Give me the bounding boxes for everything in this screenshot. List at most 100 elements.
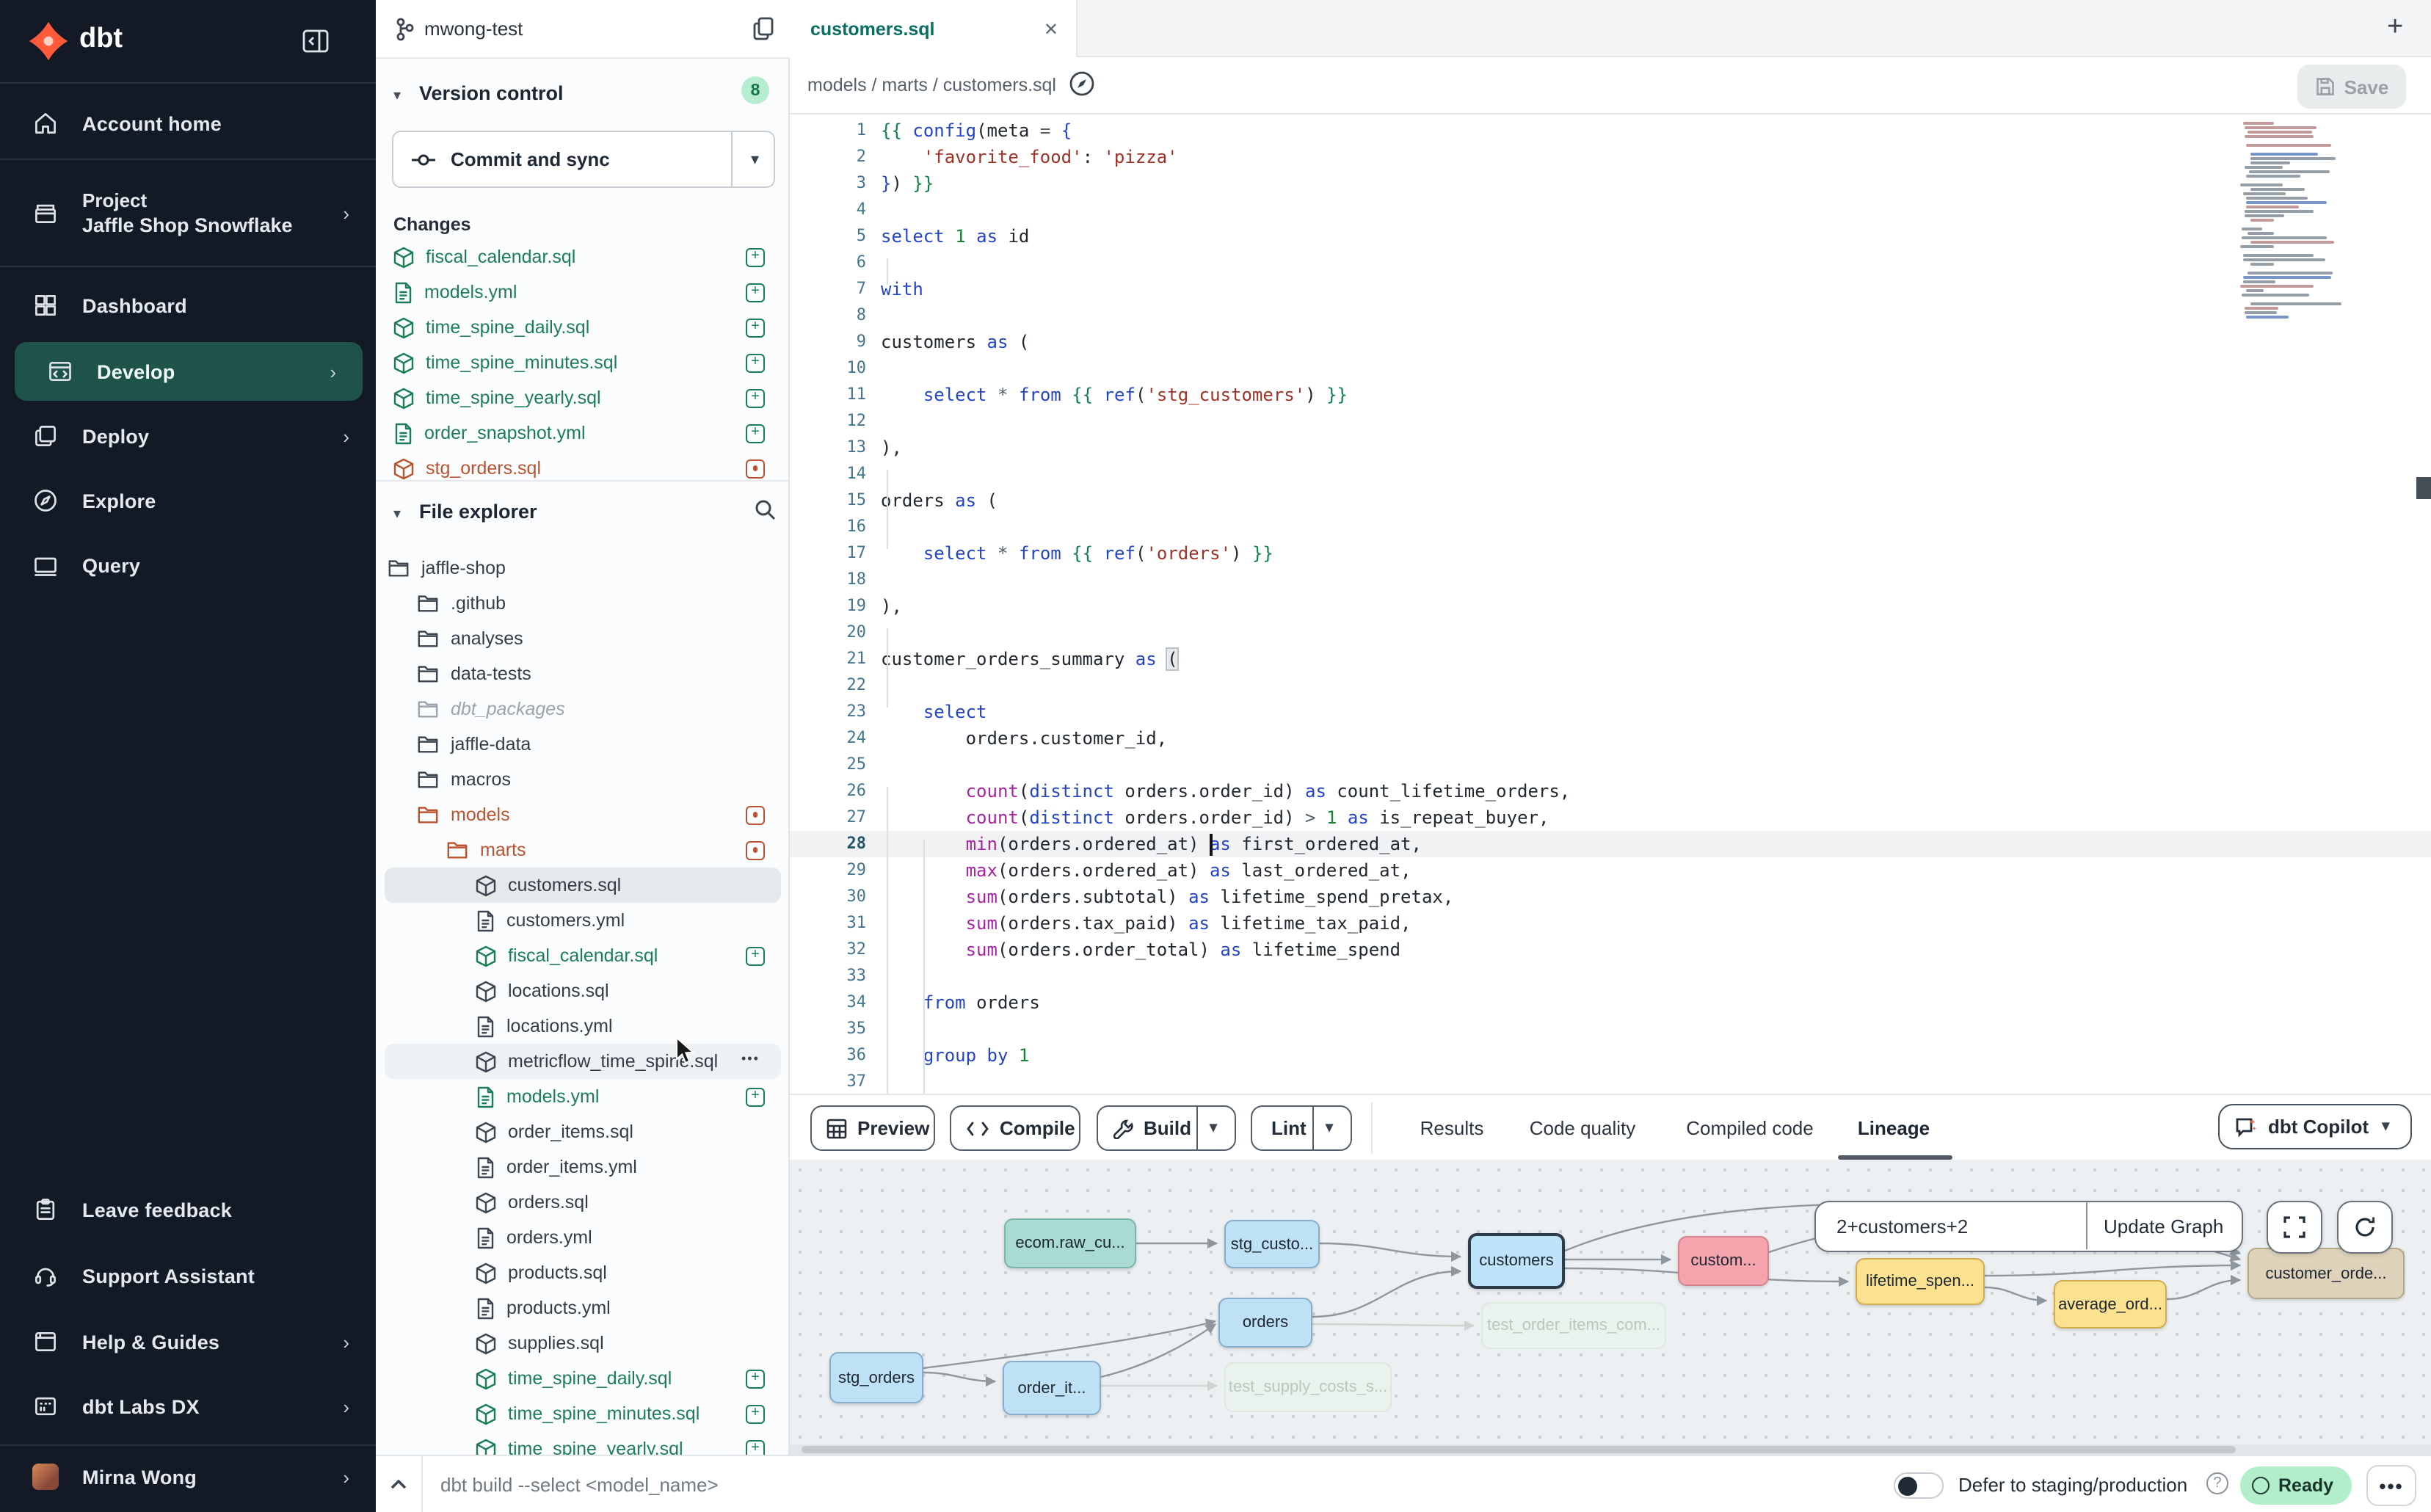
change-row[interactable]: time_spine_minutes.sql+ bbox=[393, 345, 772, 380]
file-tree-item-customers-sql[interactable]: customers.sql bbox=[385, 868, 781, 903]
file-tree-item-analyses[interactable]: analyses bbox=[385, 621, 781, 656]
scrollbar-thumb[interactable] bbox=[2416, 477, 2431, 499]
change-row[interactable]: fiscal_calendar.sql+ bbox=[393, 239, 772, 275]
stage-add-icon[interactable]: + bbox=[746, 353, 765, 372]
horizontal-scrollbar[interactable] bbox=[790, 1444, 2431, 1455]
chevron-down-icon[interactable]: ▾ bbox=[1326, 1120, 1333, 1136]
change-row[interactable]: order_snapshot.yml+ bbox=[393, 415, 772, 451]
file-tree-item-time-spine-yearly-sql[interactable]: time_spine_yearly.sql+ bbox=[385, 1431, 781, 1455]
stage-add-icon[interactable]: + bbox=[746, 1439, 765, 1455]
file-tree-item-marts[interactable]: marts bbox=[385, 832, 781, 868]
stage-add-icon[interactable]: + bbox=[746, 388, 765, 407]
save-button[interactable]: Save bbox=[2297, 65, 2406, 109]
stage-add-icon[interactable]: + bbox=[746, 1369, 765, 1388]
file-tree-item-orders-yml[interactable]: orders.yml bbox=[385, 1220, 781, 1255]
command-input[interactable]: dbt build --select <model_name> bbox=[440, 1474, 719, 1496]
sidebar-item-explore[interactable]: Explore bbox=[0, 471, 376, 530]
code-editor[interactable]: 1234567891011121314151617181920212223242… bbox=[790, 115, 2431, 1094]
file-tree-item-macros[interactable]: macros bbox=[385, 762, 781, 797]
modified-icon[interactable] bbox=[746, 459, 765, 478]
file-tree-item-products-sql[interactable]: products.sql bbox=[385, 1255, 781, 1290]
lineage-node-lifetime-spen[interactable]: lifetime_spen... bbox=[1856, 1258, 1985, 1305]
sidebar-item-develop[interactable]: Develop› bbox=[15, 342, 363, 401]
sidebar-item-support-assistant[interactable]: Support Assistant bbox=[0, 1246, 376, 1305]
file-tree-item-fiscal-calendar-sql[interactable]: fiscal_calendar.sql+ bbox=[385, 938, 781, 973]
file-tree-item-customers-yml[interactable]: customers.yml bbox=[385, 903, 781, 938]
sidebar-item-help-guides[interactable]: Help & Guides› bbox=[0, 1312, 376, 1371]
sidebar-item-deploy[interactable]: Deploy› bbox=[0, 407, 376, 465]
update-graph-button[interactable]: Update Graph bbox=[2104, 1215, 2223, 1237]
lineage-selector-input[interactable]: 2+customers+2 Update Graph bbox=[1814, 1201, 2243, 1252]
modified-icon[interactable] bbox=[746, 805, 765, 824]
sidebar-item-project[interactable]: ProjectJaffle Shop Snowflake› bbox=[0, 173, 376, 252]
file-tree-item-orders-sql[interactable]: orders.sql bbox=[385, 1185, 781, 1220]
file-tree-item-products-yml[interactable]: products.yml bbox=[385, 1290, 781, 1326]
tab-code-quality[interactable]: Code quality bbox=[1530, 1105, 1636, 1151]
stage-add-icon[interactable]: + bbox=[746, 424, 765, 443]
tab-lineage[interactable]: Lineage bbox=[1858, 1105, 1930, 1151]
file-tree-item-dbt-packages[interactable]: dbt_packages bbox=[385, 691, 781, 727]
lineage-node-average-ord[interactable]: average_ord... bbox=[2054, 1280, 2167, 1329]
file-tree-item-time-spine-daily-sql[interactable]: time_spine_daily.sql+ bbox=[385, 1361, 781, 1396]
modified-icon[interactable] bbox=[746, 840, 765, 859]
file-explorer-section-header[interactable]: ▾ File explorer bbox=[393, 499, 537, 526]
file-tree-item--github[interactable]: .github bbox=[385, 586, 781, 621]
copy-icon[interactable] bbox=[752, 16, 775, 48]
lineage-node-stg-custo[interactable]: stg_custo... bbox=[1224, 1220, 1320, 1268]
lineage-node-customers[interactable]: customers bbox=[1468, 1233, 1565, 1289]
sidebar-item-dbt-labs-dx[interactable]: dbt Labs DX› bbox=[0, 1377, 376, 1436]
row-options-button[interactable]: ••• bbox=[741, 1051, 760, 1066]
preview-button[interactable]: Preview bbox=[810, 1105, 935, 1151]
explore-lineage-icon[interactable] bbox=[1069, 70, 1095, 104]
stage-add-icon[interactable]: + bbox=[746, 1087, 765, 1106]
lineage-node-custom[interactable]: custom... bbox=[1678, 1236, 1769, 1286]
collapse-sidebar-icon[interactable] bbox=[302, 29, 329, 60]
more-options-button[interactable]: ••• bbox=[2366, 1465, 2416, 1506]
file-tree-item-locations-sql[interactable]: locations.sql bbox=[385, 973, 781, 1008]
breadcrumb[interactable]: models / marts / customers.sql bbox=[807, 75, 1056, 95]
build-button[interactable]: Build▾ bbox=[1097, 1105, 1236, 1151]
file-tree-item-models-yml[interactable]: models.yml+ bbox=[385, 1079, 781, 1114]
close-icon[interactable]: ✕ bbox=[1044, 18, 1058, 39]
dbt-copilot-button[interactable]: dbt Copilot ▾ bbox=[2218, 1104, 2412, 1149]
tab-compiled-code[interactable]: Compiled code bbox=[1686, 1105, 1813, 1151]
tab-results[interactable]: Results bbox=[1420, 1105, 1484, 1151]
minimap[interactable] bbox=[2240, 117, 2349, 323]
change-row[interactable]: models.yml+ bbox=[393, 275, 772, 310]
sidebar-item-leave-feedback[interactable]: Leave feedback bbox=[0, 1180, 376, 1239]
info-icon[interactable]: ? bbox=[2206, 1472, 2228, 1494]
stage-add-icon[interactable]: + bbox=[746, 247, 765, 266]
tab-customers-sql[interactable]: customers.sql ✕ bbox=[790, 0, 1078, 57]
chevron-down-icon[interactable]: ▾ bbox=[1210, 1120, 1217, 1136]
lineage-node-stg-orders[interactable]: stg_orders bbox=[829, 1352, 923, 1403]
stage-add-icon[interactable]: + bbox=[746, 1404, 765, 1423]
lineage-node-customer-orde[interactable]: customer_orde... bbox=[2248, 1248, 2405, 1299]
lineage-node-ecom-raw-cu[interactable]: ecom.raw_cu... bbox=[1004, 1218, 1136, 1268]
chevron-up-icon[interactable] bbox=[389, 1475, 408, 1502]
sidebar-item-query[interactable]: Query bbox=[0, 536, 376, 595]
fullscreen-button[interactable] bbox=[2267, 1201, 2322, 1254]
version-control-section-header[interactable]: ▾ Version control bbox=[393, 81, 564, 107]
file-tree-item-supplies-sql[interactable]: supplies.sql bbox=[385, 1326, 781, 1361]
change-row[interactable]: stg_orders.sql bbox=[393, 451, 772, 480]
new-tab-button[interactable]: + bbox=[2387, 12, 2403, 44]
stage-add-icon[interactable]: + bbox=[746, 946, 765, 965]
stage-add-icon[interactable]: + bbox=[746, 283, 765, 302]
file-tree-item-time-spine-minutes-sql[interactable]: time_spine_minutes.sql+ bbox=[385, 1396, 781, 1431]
change-row[interactable]: time_spine_daily.sql+ bbox=[393, 310, 772, 345]
file-tree-item-metricflow-time-spine-sql[interactable]: metricflow_time_spine.sql••• bbox=[385, 1044, 781, 1079]
file-tree-item-locations-yml[interactable]: locations.yml bbox=[385, 1008, 781, 1044]
sidebar-item-account-home[interactable]: Account home bbox=[0, 94, 376, 153]
lineage-node-order-it[interactable]: order_it... bbox=[1003, 1361, 1101, 1415]
dbt-logo-icon[interactable] bbox=[26, 19, 70, 63]
user-menu[interactable]: Mirna Wong › bbox=[0, 1450, 376, 1503]
defer-toggle[interactable] bbox=[1894, 1472, 1944, 1499]
branch-name[interactable]: mwong-test bbox=[424, 18, 523, 40]
change-row[interactable]: time_spine_yearly.sql+ bbox=[393, 380, 772, 415]
file-tree-item-order-items-sql[interactable]: order_items.sql bbox=[385, 1114, 781, 1149]
file-tree-item-order-items-yml[interactable]: order_items.yml bbox=[385, 1149, 781, 1185]
lint-button[interactable]: Lint▾ bbox=[1251, 1105, 1352, 1151]
stage-add-icon[interactable]: + bbox=[746, 318, 765, 337]
lineage-node-orders[interactable]: orders bbox=[1218, 1298, 1312, 1348]
compile-button[interactable]: Compile bbox=[950, 1105, 1080, 1151]
